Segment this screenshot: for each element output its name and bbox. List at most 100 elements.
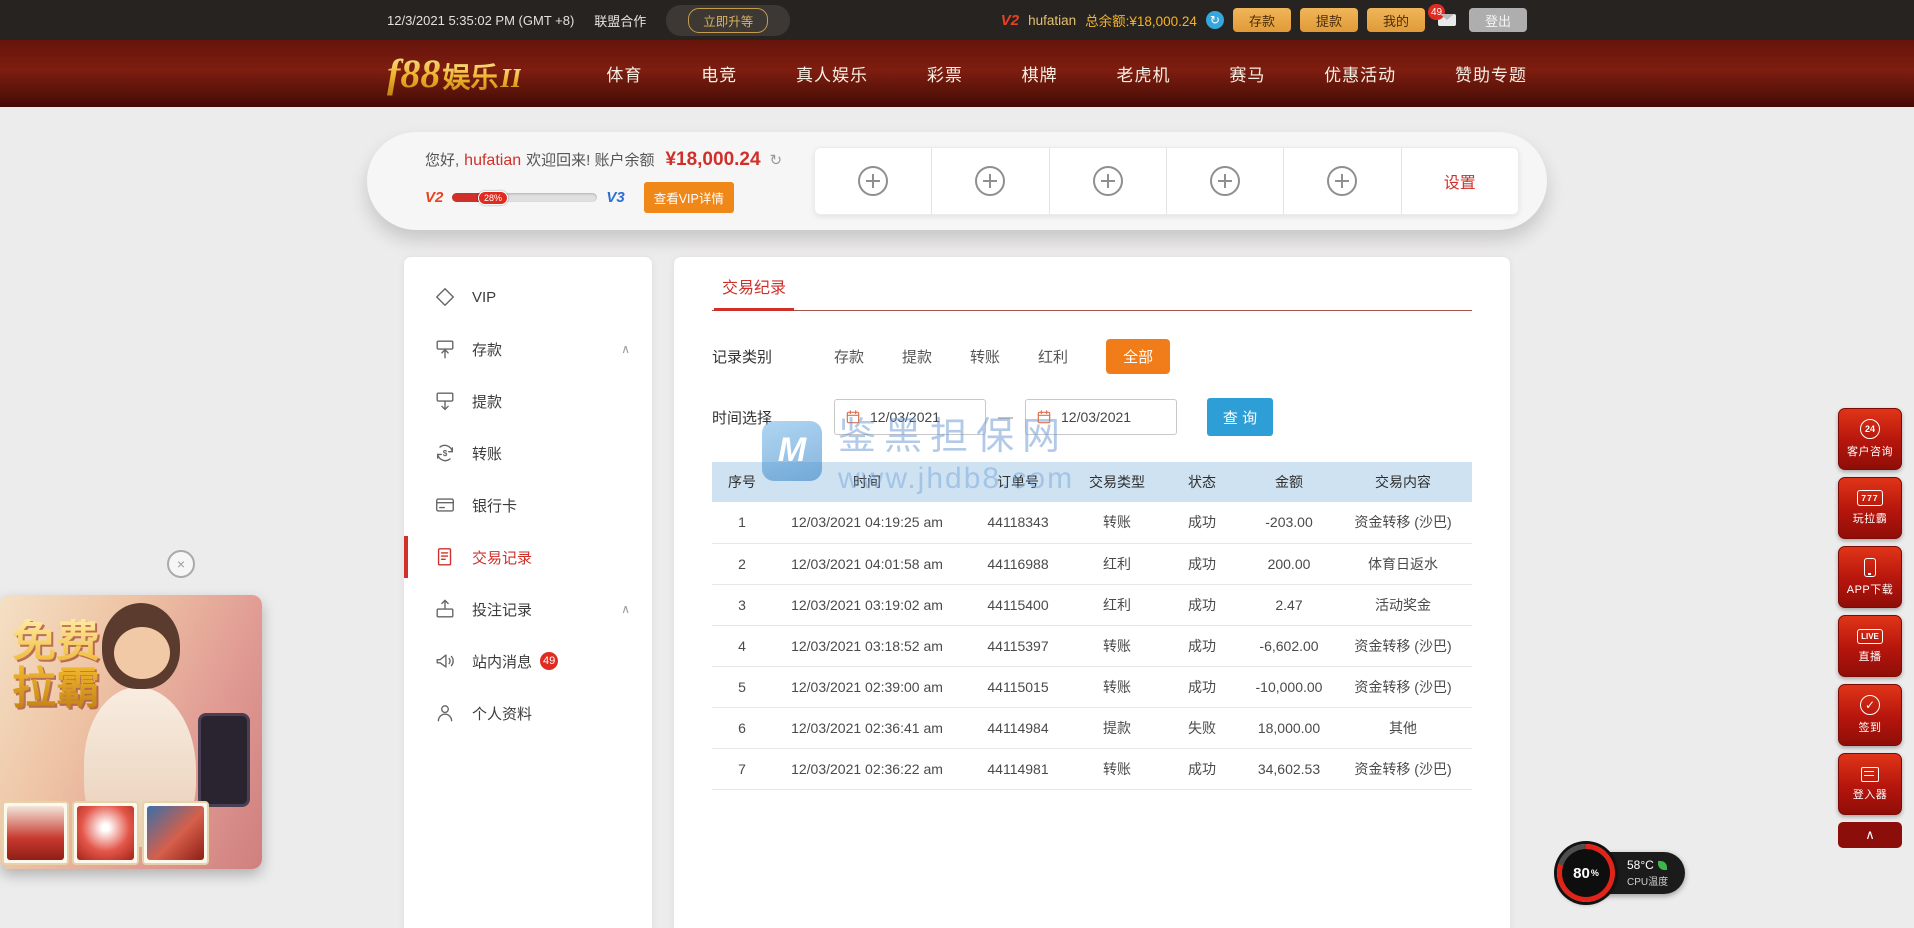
- topbar-username: hufatian: [1028, 13, 1076, 28]
- float-check-in-button[interactable]: ✓签到: [1838, 684, 1902, 746]
- date-from-input[interactable]: 12/03/2021: [834, 399, 986, 435]
- cell-time: 12/03/2021 02:39:00 am: [772, 666, 962, 707]
- upgrade-button[interactable]: 立即升等: [688, 8, 768, 33]
- float-button-label: 玩拉霸: [1853, 510, 1888, 526]
- logo-script-text: f88: [387, 50, 440, 97]
- filter-option-3[interactable]: 转账: [970, 346, 1000, 367]
- sidebar-item-megaphone[interactable]: 站内消息49: [404, 635, 652, 687]
- sidebar-item-transfer[interactable]: $转账: [404, 427, 652, 479]
- sidebar-item-withdraw[interactable]: 提款: [404, 375, 652, 427]
- nav-item-7[interactable]: 赛马: [1229, 61, 1265, 86]
- sidebar-item-diamond[interactable]: VIP: [404, 271, 652, 323]
- cell-amount: 34,602.53: [1244, 748, 1334, 789]
- ad-close-button[interactable]: ×: [167, 550, 195, 578]
- promo-thumb-2[interactable]: [72, 801, 139, 865]
- table-row: 212/03/2021 04:01:58 am44116988红利成功200.0…: [712, 543, 1472, 584]
- logout-button[interactable]: 登出: [1469, 8, 1527, 32]
- withdraw-button[interactable]: 提款: [1300, 8, 1358, 32]
- date-to-input[interactable]: 12/03/2021: [1025, 399, 1177, 435]
- deposit-button[interactable]: 存款: [1233, 8, 1291, 32]
- quick-action-slot-3[interactable]: [1050, 148, 1167, 214]
- date-to-value: 12/03/2021: [1061, 409, 1131, 425]
- vip-progress-row: V2 28% V3 查看VIP详情: [425, 182, 782, 213]
- site-logo[interactable]: f88 娱乐 II: [387, 50, 521, 97]
- cell-time: 12/03/2021 04:19:25 am: [772, 502, 962, 543]
- sidebar-item-transaction[interactable]: 交易记录: [404, 531, 652, 583]
- float-app-download-button[interactable]: APP下载: [1838, 546, 1902, 608]
- float-service-24-button[interactable]: 24客户咨询: [1838, 408, 1902, 470]
- diamond-icon: [434, 286, 456, 308]
- sidebar-item-bank-card[interactable]: 银行卡: [404, 479, 652, 531]
- mail-icon[interactable]: 49: [1438, 14, 1456, 26]
- range-separator: —: [998, 409, 1013, 426]
- cell-time: 12/03/2021 02:36:41 am: [772, 707, 962, 748]
- nav-item-5[interactable]: 棋牌: [1022, 61, 1058, 86]
- promo-thumb-1[interactable]: [2, 801, 69, 865]
- cell-status: 失败: [1160, 707, 1244, 748]
- promo-banner[interactable]: 免费 拉霸: [0, 595, 262, 869]
- mail-count-badge: 49: [1428, 4, 1445, 20]
- tab-transaction-records[interactable]: 交易纪录: [714, 274, 794, 310]
- app-download-icon: [1864, 558, 1876, 577]
- plus-icon: [1210, 166, 1240, 196]
- bank-card-icon: [434, 494, 456, 516]
- nav-item-9[interactable]: 赞助专题: [1455, 61, 1527, 86]
- filter-option-4[interactable]: 红利: [1038, 346, 1068, 367]
- vip-progress-chip: 28%: [478, 191, 508, 205]
- vip-detail-button[interactable]: 查看VIP详情: [644, 182, 734, 213]
- refresh-balance-icon[interactable]: ↻: [1206, 11, 1224, 29]
- quick-action-slot-4[interactable]: [1167, 148, 1284, 214]
- filter-option-2[interactable]: 提款: [902, 346, 932, 367]
- nav-item-3[interactable]: 真人娱乐: [796, 61, 868, 86]
- sidebar-item-profile[interactable]: 个人资料: [404, 687, 652, 739]
- vip-progress-bar: 28%: [452, 193, 597, 202]
- table-row: 612/03/2021 02:36:41 am44114984提款失败18,00…: [712, 707, 1472, 748]
- check-in-icon: ✓: [1860, 695, 1880, 715]
- category-options: 存款 提款 转账 红利 全部: [834, 339, 1170, 374]
- cell-order: 44114984: [962, 707, 1074, 748]
- quick-action-slot-2[interactable]: [932, 148, 1049, 214]
- sidebar-item-label: 交易记录: [472, 547, 532, 568]
- back-to-top-button[interactable]: ∧: [1838, 822, 1902, 848]
- time-label: 时间选择: [712, 407, 834, 428]
- greeting-suffix: 欢迎回来! 账户余额: [526, 149, 654, 170]
- alliance-link[interactable]: 联盟合作: [594, 11, 646, 30]
- nav-item-1[interactable]: 体育: [606, 61, 642, 86]
- quick-action-slot-1[interactable]: [815, 148, 932, 214]
- float-button-label: APP下载: [1847, 581, 1894, 597]
- sidebar-item-label: 银行卡: [472, 495, 517, 516]
- float-slot-button[interactable]: 777玩拉霸: [1838, 477, 1902, 539]
- filter-option-1[interactable]: 存款: [834, 346, 864, 367]
- cell-content: 活动奖金: [1334, 584, 1472, 625]
- greeting-block: 您好, hufatian 欢迎回来! 账户余额 ¥18,000.24 ↻ V2 …: [425, 149, 782, 213]
- nav-item-6[interactable]: 老虎机: [1117, 61, 1171, 86]
- calendar-icon: [1036, 409, 1052, 425]
- top-utility-bar: 12/3/2021 5:35:02 PM (GMT +8) 联盟合作 立即升等 …: [0, 0, 1914, 40]
- vip-to-badge: V3: [606, 189, 624, 206]
- float-launcher-button[interactable]: 登入器: [1838, 753, 1902, 815]
- promo-thumb-3[interactable]: [142, 801, 209, 865]
- sidebar-item-deposit[interactable]: 存款∧: [404, 323, 652, 375]
- quick-action-slot-5[interactable]: [1284, 148, 1401, 214]
- promo-title-line1: 免费: [12, 619, 112, 666]
- cell-status: 成功: [1160, 543, 1244, 584]
- refresh-icon[interactable]: ↻: [770, 151, 783, 169]
- sidebar-item-label: 站内消息: [472, 651, 532, 672]
- filter-option-5-active[interactable]: 全部: [1106, 339, 1170, 374]
- sidebar-item-betting[interactable]: 投注记录∧: [404, 583, 652, 635]
- mine-button[interactable]: 我的: [1367, 8, 1425, 32]
- transfer-icon: $: [434, 442, 456, 464]
- nav-item-4[interactable]: 彩票: [927, 61, 963, 86]
- time-filter-row: 时间选择 12/03/2021 — 12/03/2021 查 询: [712, 398, 1472, 436]
- float-button-label: 直播: [1859, 648, 1882, 664]
- float-live-button[interactable]: LIVE直播: [1838, 615, 1902, 677]
- settings-button[interactable]: 设置: [1402, 148, 1518, 214]
- cell-amount: -10,000.00: [1244, 666, 1334, 707]
- column-header: 订单号: [962, 462, 1074, 502]
- cell-status: 成功: [1160, 584, 1244, 625]
- nav-item-8[interactable]: 优惠活动: [1324, 61, 1396, 86]
- plus-icon: [1327, 166, 1357, 196]
- search-button[interactable]: 查 询: [1207, 398, 1273, 436]
- cell-amount: 2.47: [1244, 584, 1334, 625]
- nav-item-2[interactable]: 电竞: [701, 61, 737, 86]
